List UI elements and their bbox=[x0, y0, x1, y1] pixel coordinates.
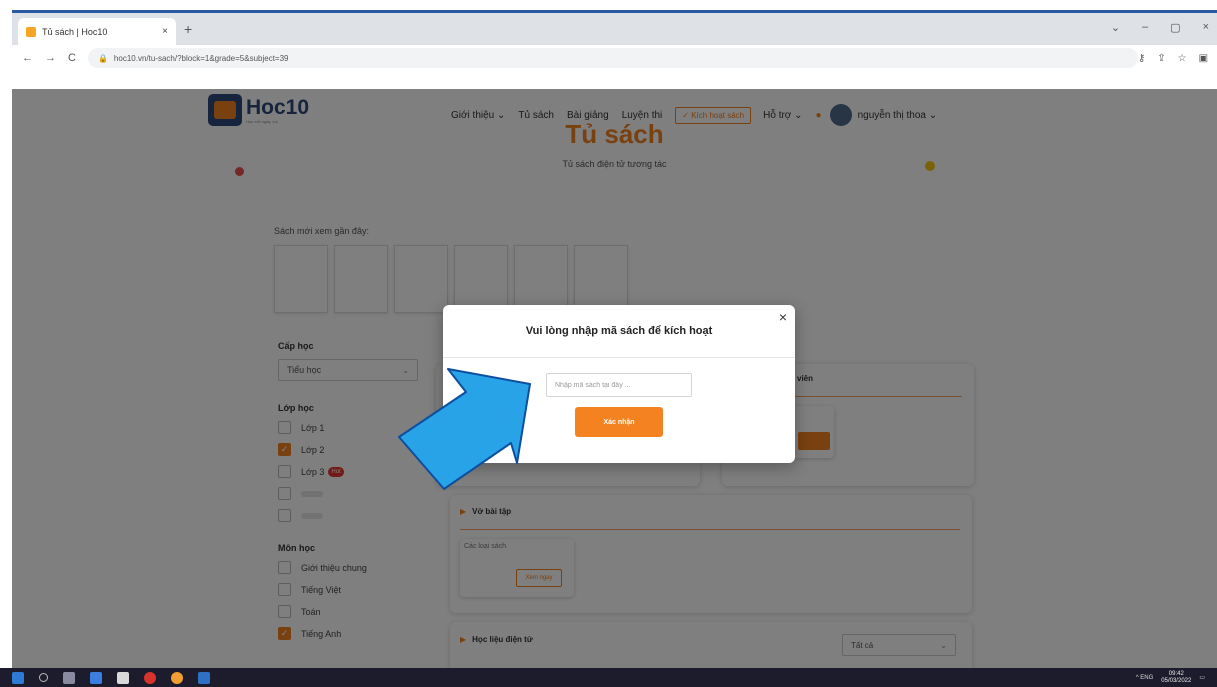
notification-icon[interactable]: ▭ bbox=[1199, 674, 1205, 681]
web-page: Hoc10 Học mỗi ngày, vui Giới thiệu ⌄ Tủ … bbox=[12, 89, 1217, 668]
back-icon[interactable]: ← bbox=[22, 52, 33, 64]
windows-taskbar: ^ ENG 09:42 05/03/2022 ▭ bbox=[0, 668, 1217, 687]
window-top-edge bbox=[0, 0, 1217, 13]
tab-title: Tủ sách | Hoc10 bbox=[42, 26, 108, 37]
tab-bar: Tủ sách | Hoc10 × + ⌄ – ▢ × bbox=[12, 13, 1217, 45]
browser-tab[interactable]: Tủ sách | Hoc10 × bbox=[18, 18, 176, 45]
address-bar: ← → C 🔒 hoc10.vn/tu-sach/?block=1&grade=… bbox=[12, 45, 1217, 71]
tab-search-icon[interactable]: ⌄ bbox=[1111, 21, 1120, 34]
forward-icon[interactable]: → bbox=[45, 52, 56, 64]
clock-time: 09:42 bbox=[1168, 670, 1184, 677]
tab-close-icon[interactable]: × bbox=[162, 26, 168, 37]
task-view-icon[interactable] bbox=[63, 671, 75, 684]
chrome-active-icon[interactable] bbox=[171, 671, 183, 684]
file-explorer-icon[interactable] bbox=[90, 671, 102, 684]
tray-text[interactable]: ^ ENG bbox=[1136, 675, 1153, 681]
new-tab-icon[interactable]: + bbox=[184, 21, 192, 37]
close-window-icon[interactable]: × bbox=[1203, 21, 1209, 34]
star-icon[interactable]: ☆ bbox=[1178, 53, 1187, 64]
reload-icon[interactable]: C bbox=[68, 52, 76, 64]
clock-date: 05/03/2022 bbox=[1161, 677, 1192, 684]
window-controls: ⌄ – ▢ × bbox=[1111, 21, 1209, 34]
lock-icon: 🔒 bbox=[97, 53, 108, 63]
url-text: hoc10.vn/tu-sach/?block=1&grade=5&subjec… bbox=[113, 53, 289, 63]
url-field[interactable]: 🔒 hoc10.vn/tu-sach/?block=1&grade=5&subj… bbox=[87, 48, 1138, 68]
annotation-arrow-icon bbox=[398, 368, 531, 490]
clock[interactable]: 09:42 05/03/2022 bbox=[1161, 671, 1191, 685]
chrome-icon[interactable] bbox=[144, 671, 156, 684]
share-icon[interactable]: ⇪ bbox=[1157, 53, 1165, 64]
extensions-icon[interactable]: ▣ bbox=[1199, 53, 1208, 64]
bookmarks-bar bbox=[12, 71, 1217, 89]
windows-start-icon[interactable] bbox=[12, 671, 24, 684]
search-icon[interactable] bbox=[39, 673, 48, 682]
favicon-icon bbox=[26, 26, 36, 37]
system-tray: ^ ENG 09:42 05/03/2022 ▭ bbox=[1136, 671, 1205, 685]
app-icon[interactable] bbox=[198, 671, 210, 684]
key-icon[interactable]: ⚷ bbox=[1138, 53, 1145, 64]
minimize-icon[interactable]: – bbox=[1142, 21, 1148, 34]
maximize-icon[interactable]: ▢ bbox=[1170, 21, 1180, 34]
store-icon[interactable] bbox=[117, 671, 129, 684]
